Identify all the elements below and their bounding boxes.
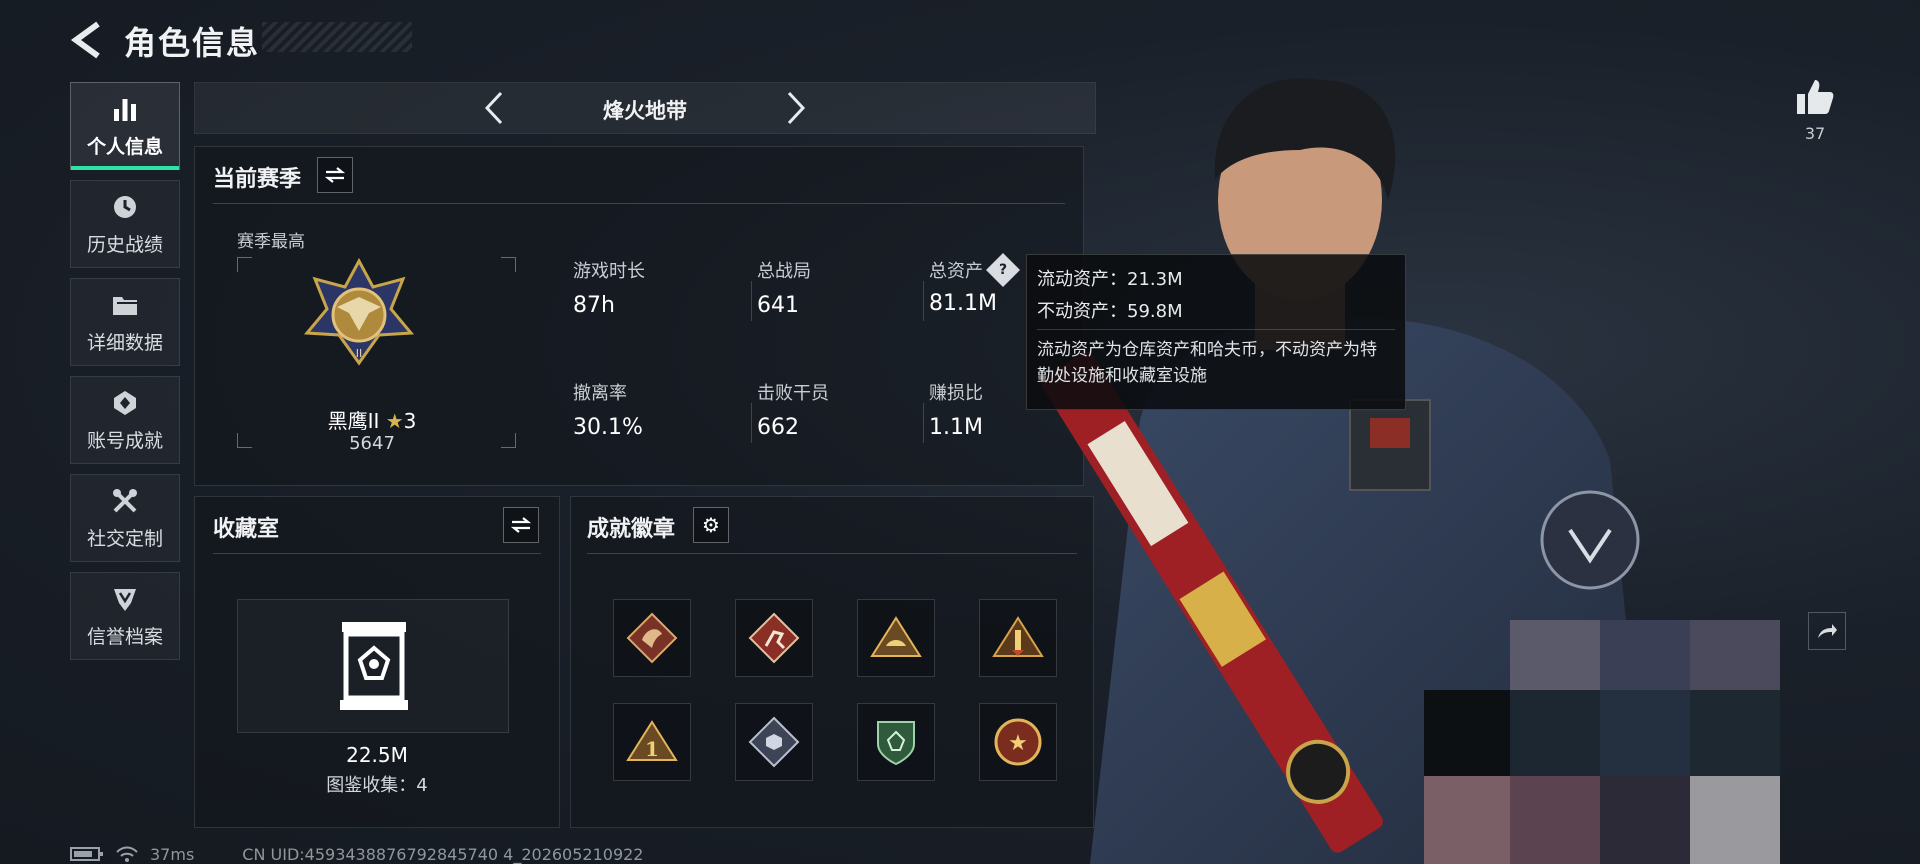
bar-chart-icon (110, 94, 140, 124)
frame-corner (237, 257, 252, 272)
gear-icon: ⚙ (702, 513, 720, 537)
stat-value: 1.1M (929, 415, 983, 440)
sidebar-item-label: 详细数据 (86, 331, 163, 354)
battery-icon (70, 847, 103, 861)
stat-label: 赚损比 (929, 383, 983, 404)
stat-value: 30.1% (573, 415, 643, 440)
tooltip-description: 流动资产为仓库资产和哈夫币，不动资产为特勤处设施和收藏室设施 (1037, 340, 1377, 386)
badges-settings-button[interactable]: ⚙ (693, 507, 729, 543)
folder-icon (110, 290, 140, 320)
stat-label: 游戏时长 (573, 261, 645, 282)
stat-value: 81.1M (929, 291, 997, 316)
season-panel: 当前赛季 赛季最高 II 黑鹰II ★3 5647 游戏时长 87h 总战局 6… (194, 146, 1084, 486)
sidebar-item-achievements[interactable]: 账号成就 (70, 376, 180, 464)
back-arrow-icon[interactable] (70, 20, 104, 60)
sidebar-item-label: 社交定制 (86, 527, 163, 550)
sidebar-item-label: 账号成就 (86, 429, 163, 452)
stat-label: 总资产 (929, 261, 983, 282)
star-icon: ★ (385, 409, 404, 433)
stat-operators-defeated: 击败干员 662 (751, 379, 829, 440)
rank-line: 黑鹰II ★3 (237, 405, 507, 434)
season-title: 当前赛季 (213, 167, 302, 192)
history-icon (110, 192, 140, 222)
tools-icon (110, 486, 140, 516)
stat-label: 撤离率 (573, 383, 627, 404)
stat-play-time: 游戏时长 87h (573, 257, 645, 318)
mode-selector: 烽火地带 (194, 82, 1096, 134)
collection-switch-button[interactable] (503, 507, 539, 543)
sidebar-item-label: 历史战绩 (86, 233, 163, 256)
next-mode-icon[interactable] (775, 89, 815, 127)
shield-icon (110, 584, 140, 614)
season-switch-button[interactable] (317, 157, 353, 193)
stat-total-assets: 总资产 ? 81.1M (923, 253, 1020, 316)
stat-total-matches: 总战局 641 (751, 257, 811, 318)
collection-value: 22.5M (346, 743, 408, 767)
tooltip-liquid-assets: 流动资产：21.3M (1037, 269, 1183, 290)
swap-icon (324, 167, 346, 183)
ping-value: 37ms (150, 844, 195, 864)
page-title: 角色信息 (124, 24, 261, 62)
collection-count: 图鉴收集：4 (326, 775, 428, 796)
sidebar-item-label: 个人信息 (86, 135, 163, 158)
swap-icon (510, 517, 532, 533)
season-best-label: 赛季最高 (237, 232, 305, 252)
sidebar-item-history[interactable]: 历史战绩 (70, 180, 180, 268)
green-shield-badge[interactable] (857, 703, 935, 781)
mode-title: 烽火地带 (603, 99, 687, 123)
dragon-badge[interactable] (613, 599, 691, 677)
svg-text:1: 1 (645, 737, 659, 761)
rank-medal-icon: II (303, 257, 415, 366)
stat-extract-rate: 撤离率 30.1% (573, 379, 643, 440)
stat-value: 662 (757, 415, 799, 440)
sidebar-item-detail-data[interactable]: 详细数据 (70, 278, 180, 366)
sidebar-item-reputation[interactable]: 信誉档案 (70, 572, 180, 660)
collection-panel: 收藏室 22.5M 图鉴收集：4 (194, 496, 560, 828)
tooltip-fixed-assets: 不动资产：59.8M (1037, 301, 1183, 322)
assets-tooltip: 流动资产：21.3M 不动资产：59.8M 流动资产为仓库资产和哈夫币，不动资产… (1026, 254, 1406, 410)
rank-score: 5647 (349, 433, 395, 454)
achievement-icon (110, 388, 140, 418)
vault-icon (340, 622, 408, 710)
wifi-icon (116, 846, 138, 862)
sidebar-item-social[interactable]: 社交定制 (70, 474, 180, 562)
badges-title: 成就徽章 (587, 517, 676, 542)
frame-corner (501, 257, 516, 272)
pixelated-region (1424, 620, 1920, 864)
cube-badge[interactable] (735, 703, 813, 781)
divider (1037, 329, 1395, 330)
pyramid-badge[interactable] (857, 599, 935, 677)
svg-text:II: II (356, 347, 363, 360)
divider (213, 203, 1065, 204)
thumbs-up-icon (1797, 80, 1834, 114)
stat-profit-loss-ratio: 赚损比 1.1M (923, 379, 983, 440)
sidebar-item-personal-info[interactable]: 个人信息 (70, 82, 180, 170)
stat-value: 87h (573, 293, 615, 318)
stat-label: 击败干员 (757, 383, 829, 404)
sidebar-item-label: 信誉档案 (86, 625, 163, 648)
share-button[interactable] (1808, 612, 1846, 650)
stat-label: 总战局 (757, 261, 811, 282)
runner-badge[interactable] (735, 599, 813, 677)
divider (213, 553, 541, 554)
like-button[interactable]: 37 (1792, 78, 1838, 143)
collection-preview[interactable] (237, 599, 509, 733)
number-one-badge[interactable]: 1 (613, 703, 691, 781)
rank-stars: 3 (403, 409, 417, 433)
uid-text: CN UID:4593438876792845740 4_20260521092… (242, 844, 644, 864)
like-count: 37 (1804, 124, 1826, 143)
stat-value: 641 (757, 293, 799, 318)
collection-title: 收藏室 (213, 517, 280, 542)
title-decoration (262, 22, 412, 52)
rank-name: 黑鹰II (327, 409, 380, 433)
status-bar: 37ms CN UID:4593438876792845740 4_202605… (70, 844, 643, 864)
share-icon (1818, 624, 1837, 638)
divider (587, 553, 1077, 554)
